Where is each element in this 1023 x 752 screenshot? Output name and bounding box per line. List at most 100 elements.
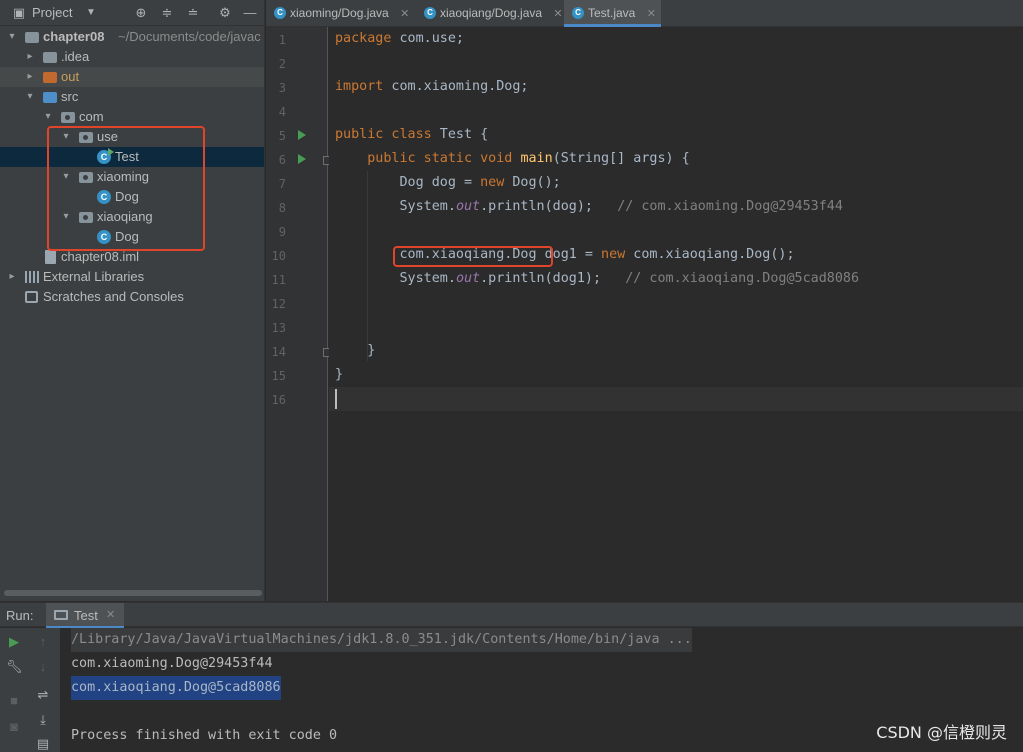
chevron-right-icon[interactable]: ▸ (6, 267, 18, 287)
code-line-5: public class Test { (335, 127, 489, 142)
tree-label: Scratches and Consoles (43, 289, 184, 304)
close-icon[interactable]: ✕ (647, 1, 656, 27)
tree-label: com (79, 109, 104, 124)
tree-item-iml[interactable]: chapter08.iml (0, 247, 264, 267)
code-line-15: } (335, 367, 344, 382)
tree-item-xiaoqiang[interactable]: ▾ xiaoqiang (0, 207, 264, 227)
line-number: 6 (278, 153, 286, 167)
arrow-down-icon[interactable]: ↓ (35, 659, 51, 675)
locate-icon[interactable]: ⊕ (132, 4, 150, 22)
line-number: 5 (278, 129, 286, 143)
chevron-right-icon[interactable]: ▸ (24, 67, 36, 87)
chevron-down-icon[interactable]: ▾ (60, 207, 72, 227)
line-number: 15 (271, 369, 286, 383)
source-folder-icon (43, 92, 57, 103)
code-line-11: System.out.println(dog1); // com.xiaoqia… (399, 271, 860, 286)
tab-test[interactable]: C Test.java ✕ (564, 0, 661, 27)
run-toolbar: ▶ ↑ 🔧︎ ↓ ■ ⇌ ◙ ⤓ ▤ (0, 628, 60, 752)
tree-item-test[interactable]: C Test (0, 147, 264, 167)
tab-label: xiaoming/Dog.java (290, 6, 389, 20)
camera-icon[interactable]: ◙ (6, 719, 22, 735)
class-icon: C (97, 230, 111, 244)
horizontal-scrollbar[interactable] (4, 590, 262, 596)
project-title[interactable]: Project (32, 5, 72, 20)
chevron-down-icon[interactable]: ▼ (82, 4, 100, 22)
class-icon: C (97, 190, 111, 204)
wrench-icon[interactable]: 🔧︎ (6, 659, 23, 675)
tree-label: out (61, 69, 80, 84)
rerun-icon[interactable]: ▶ (6, 634, 22, 650)
run-class-icon[interactable] (298, 130, 306, 140)
tree-label: src (61, 89, 79, 104)
line-number: 12 (271, 297, 286, 311)
chevron-down-icon[interactable]: ▾ (42, 107, 54, 127)
console-exit-message: Process finished with exit code 0 (71, 728, 338, 743)
package-icon (79, 132, 93, 143)
line-number: 13 (271, 321, 286, 335)
tree-item-out[interactable]: ▸ out (0, 67, 264, 87)
close-icon[interactable]: ✕ (553, 1, 562, 27)
tree-item-dog-xiaoqiang[interactable]: C Dog (0, 227, 264, 247)
run-method-icon[interactable] (298, 154, 306, 164)
line-number: 10 (271, 249, 286, 263)
run-label: Run: (6, 608, 34, 623)
package-icon (61, 112, 75, 123)
stop-icon[interactable]: ■ (6, 693, 22, 709)
tree-item-xiaoming[interactable]: ▾ xiaoming (0, 167, 264, 187)
output-folder-icon (43, 72, 57, 83)
editor-tab-bar: C xiaoming/Dog.java ✕ C xiaoqiang/Dog.ja… (266, 0, 1023, 27)
package-icon (79, 212, 93, 223)
line-number: 14 (271, 345, 286, 359)
print-icon[interactable]: ▤ (35, 736, 51, 752)
console-output-line: com.xiaoming.Dog@29453f44 (71, 656, 273, 671)
line-number: 8 (278, 201, 286, 215)
expand-all-icon[interactable]: ≑ (158, 4, 176, 22)
gear-icon[interactable]: ⚙ (216, 4, 234, 22)
tab-label: xiaoqiang/Dog.java (440, 6, 543, 20)
tab-xiaoqiang-dog[interactable]: C xiaoqiang/Dog.java ✕ (416, 0, 564, 27)
tree-item-use[interactable]: ▾ use (0, 127, 264, 147)
tree-label: External Libraries (43, 269, 145, 284)
project-panel: ▣ Project ▼ ⊕ ≑ ≐ ⚙ — ▾ chapter08 ~/Docu… (0, 0, 265, 601)
tab-xiaoming-dog[interactable]: C xiaoming/Dog.java ✕ (266, 0, 416, 27)
run-panel-header: Run: Test ✕ (0, 602, 1023, 628)
line-number: 7 (278, 177, 286, 191)
minimize-icon[interactable]: — (241, 4, 259, 22)
project-view-icon: ▣ (12, 5, 26, 20)
soft-wrap-icon[interactable]: ⇌ (35, 687, 51, 703)
tree-label: Test (115, 149, 139, 164)
arrow-up-icon[interactable]: ↑ (35, 634, 51, 650)
chevron-down-icon[interactable]: ▾ (6, 27, 18, 47)
tab-label: Test.java (588, 6, 636, 20)
code-line-10: com.xiaoqiang.Dog dog1 = new com.xiaoqia… (399, 247, 795, 262)
run-tab-label: Test (74, 608, 98, 623)
chevron-down-icon[interactable]: ▾ (24, 87, 36, 107)
folder-icon (43, 52, 57, 63)
tree-item-src[interactable]: ▾ src (0, 87, 264, 107)
chevron-down-icon[interactable]: ▾ (60, 167, 72, 187)
code-line-8: System.out.println(dog); // com.xiaoming… (399, 199, 843, 214)
close-icon[interactable]: ✕ (400, 1, 409, 27)
tree-label: xiaoming (97, 169, 150, 184)
library-icon (25, 271, 39, 283)
chevron-right-icon[interactable]: ▸ (24, 47, 36, 67)
tree-item-idea[interactable]: ▸ .idea (0, 47, 264, 67)
class-icon: C (424, 7, 436, 19)
code-line-3: import com.xiaoming.Dog; (335, 79, 529, 94)
tree-item-com[interactable]: ▾ com (0, 107, 264, 127)
tree-label: chapter08.iml (61, 249, 140, 264)
tree-item-dog-xiaoming[interactable]: C Dog (0, 187, 264, 207)
tree-item-chapter08[interactable]: ▾ chapter08 ~/Documents/code/javac (0, 27, 264, 47)
code-editor[interactable]: package com.use; import com.xiaoming.Dog… (329, 27, 1023, 601)
tree-item-scratches[interactable]: Scratches and Consoles (0, 287, 264, 307)
file-icon (45, 250, 56, 264)
tab-run-test[interactable]: Test ✕ (46, 603, 124, 628)
tree-label: Dog (115, 229, 139, 244)
tree-path: ~/Documents/code/javac (118, 29, 261, 44)
collapse-all-icon[interactable]: ≐ (184, 4, 202, 22)
tree-item-external-libraries[interactable]: ▸ External Libraries (0, 267, 264, 287)
scroll-to-end-icon[interactable]: ⤓ (35, 712, 51, 728)
chevron-down-icon[interactable]: ▾ (60, 127, 72, 147)
close-icon[interactable]: ✕ (106, 608, 115, 621)
package-icon (79, 172, 93, 183)
